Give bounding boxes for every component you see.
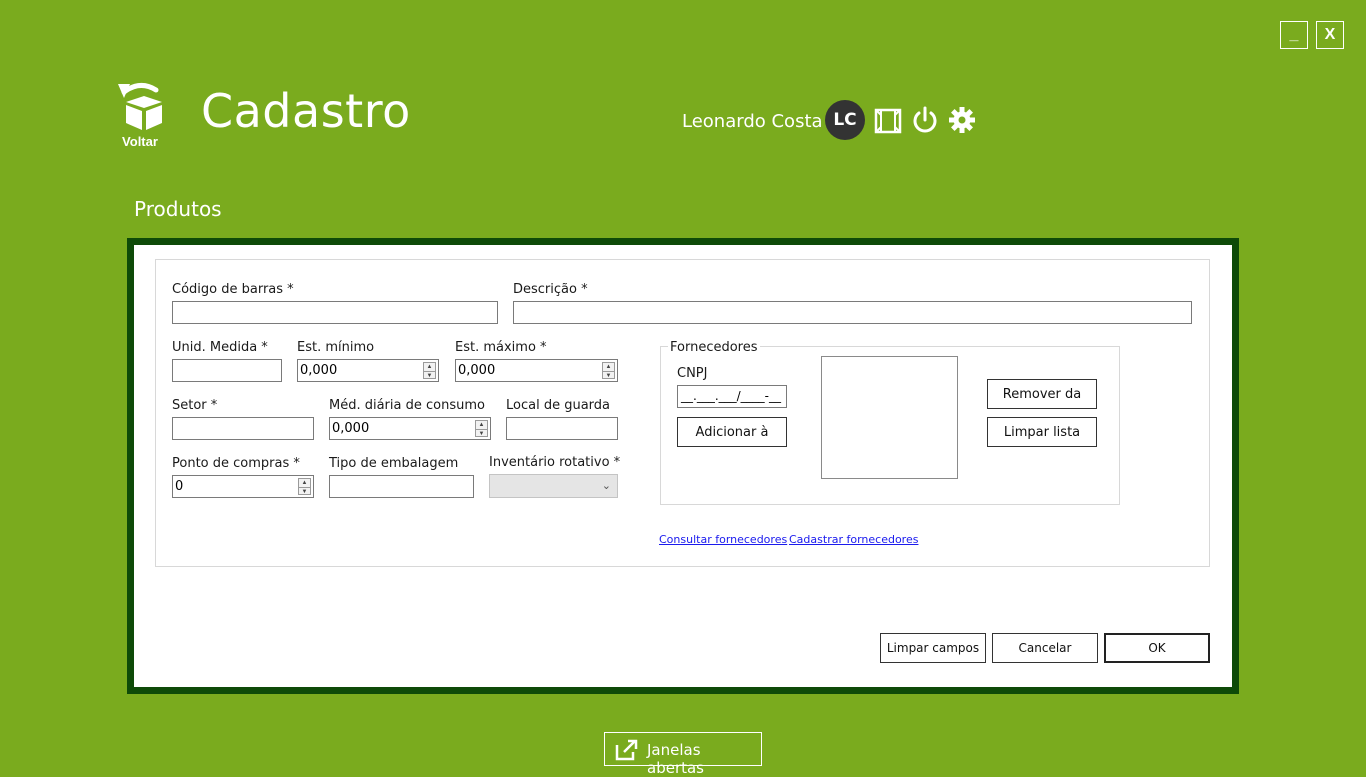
inventario-rotativo-select[interactable]: ⌄ bbox=[489, 474, 618, 498]
codigo-barras-input[interactable] bbox=[172, 301, 498, 324]
cancel-button[interactable]: Cancelar bbox=[992, 633, 1098, 663]
cnpj-label: CNPJ bbox=[677, 366, 708, 381]
avatar[interactable]: LC bbox=[825, 100, 865, 140]
med-diaria-label: Méd. diária de consumo bbox=[329, 398, 485, 413]
user-name: Leonardo Costa bbox=[682, 111, 823, 132]
cnpj-input[interactable]: __.___.___/____-__ bbox=[677, 385, 787, 408]
est-maximo-stepper[interactable]: 0,000 ▲ ▼ bbox=[455, 359, 618, 382]
descricao-label: Descrição * bbox=[513, 282, 588, 297]
back-label: Voltar bbox=[122, 134, 158, 149]
ok-button[interactable]: OK bbox=[1104, 633, 1210, 663]
spin-buttons[interactable]: ▲ ▼ bbox=[298, 478, 311, 495]
ponto-compras-stepper[interactable]: 0 ▲ ▼ bbox=[172, 475, 314, 498]
back-button[interactable]: Voltar bbox=[114, 78, 166, 150]
unid-medida-input[interactable] bbox=[172, 359, 282, 382]
codigo-barras-label: Código de barras * bbox=[172, 282, 294, 297]
inventario-rotativo-label: Inventário rotativo * bbox=[489, 455, 621, 470]
descricao-input[interactable] bbox=[513, 301, 1192, 324]
est-minimo-stepper[interactable]: 0,000 ▲ ▼ bbox=[297, 359, 439, 382]
close-button[interactable]: X bbox=[1316, 21, 1344, 49]
clear-fields-button[interactable]: Limpar campos bbox=[880, 633, 986, 663]
ponto-compras-value: 0 bbox=[175, 479, 184, 494]
med-diaria-value: 0,000 bbox=[332, 421, 370, 436]
consult-suppliers-link[interactable]: Consultar fornecedores bbox=[659, 533, 787, 546]
back-box-icon bbox=[118, 83, 162, 130]
fullscreen-icon[interactable] bbox=[873, 104, 903, 136]
est-maximo-value: 0,000 bbox=[458, 363, 496, 378]
external-window-icon bbox=[615, 739, 638, 761]
gear-icon[interactable] bbox=[947, 104, 977, 136]
spin-buttons[interactable]: ▲ ▼ bbox=[475, 420, 488, 437]
open-windows-button[interactable]: Janelas abertas bbox=[604, 732, 762, 777]
tipo-embalagem-label: Tipo de embalagem bbox=[329, 456, 459, 471]
est-maximo-label: Est. máximo * bbox=[455, 340, 547, 355]
med-diaria-stepper[interactable]: 0,000 ▲ ▼ bbox=[329, 417, 491, 440]
open-windows-label: Janelas abertas bbox=[647, 741, 704, 777]
chevron-down-icon: ⌄ bbox=[601, 480, 611, 492]
unid-medida-label: Unid. Medida * bbox=[172, 340, 268, 355]
spin-buttons[interactable]: ▲ ▼ bbox=[602, 362, 615, 379]
local-guarda-input[interactable] bbox=[506, 417, 618, 440]
minimize-button[interactable]: _ bbox=[1280, 21, 1308, 49]
section-title: Produtos bbox=[134, 197, 222, 221]
remove-supplier-button[interactable]: Remover da bbox=[987, 379, 1097, 409]
ponto-compras-label: Ponto de compras * bbox=[172, 456, 300, 471]
add-supplier-button[interactable]: Adicionar à bbox=[677, 417, 787, 447]
spin-buttons[interactable]: ▲ ▼ bbox=[423, 362, 436, 379]
local-guarda-label: Local de guarda bbox=[506, 398, 610, 413]
page-title: Cadastro bbox=[201, 84, 411, 138]
clear-list-button[interactable]: Limpar lista bbox=[987, 417, 1097, 447]
setor-input[interactable] bbox=[172, 417, 314, 440]
est-minimo-value: 0,000 bbox=[300, 363, 338, 378]
setor-label: Setor * bbox=[172, 398, 218, 413]
tipo-embalagem-input[interactable] bbox=[329, 475, 474, 498]
register-suppliers-link[interactable]: Cadastrar fornecedores bbox=[789, 533, 918, 546]
fornecedores-title: Fornecedores bbox=[668, 340, 760, 355]
suppliers-list[interactable] bbox=[821, 356, 958, 479]
est-minimo-label: Est. mínimo bbox=[297, 340, 375, 355]
power-icon[interactable] bbox=[910, 104, 940, 136]
